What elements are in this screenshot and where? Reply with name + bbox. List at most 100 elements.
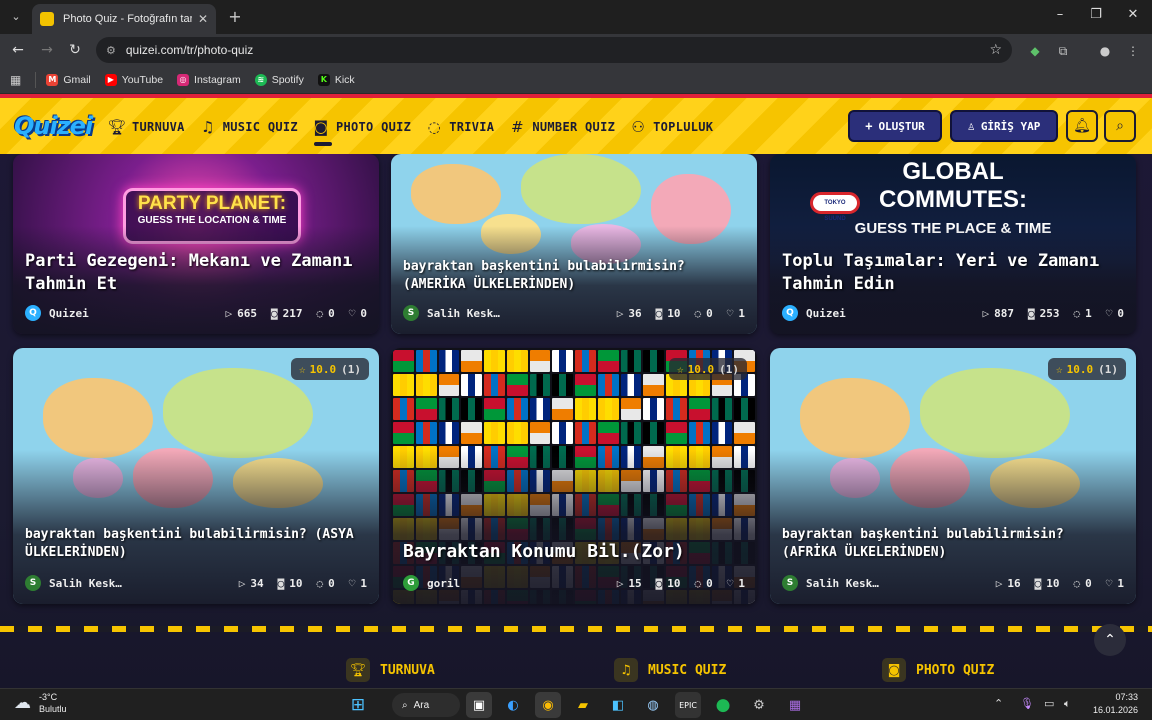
browser-menu-icon[interactable]: ⋮: [1124, 42, 1142, 60]
photos-stat: ◙ 10: [278, 577, 303, 590]
photos-count: 217: [282, 306, 303, 320]
spotify-icon[interactable]: ●: [710, 692, 736, 718]
nav-label: TRIVIA: [449, 120, 495, 134]
system-clock[interactable]: 07:33 16.01.2026: [1086, 691, 1138, 717]
bookmark-gmail[interactable]: M Gmail: [46, 73, 91, 86]
card-author[interactable]: Quizei: [49, 307, 212, 320]
likes-stat[interactable]: ♡ 0: [349, 307, 367, 320]
card-title: Bayraktan Konumu Bil.(Zor): [403, 541, 685, 562]
notifications-bell-icon[interactable]: 🔔︎: [1066, 110, 1098, 142]
bookmarks-bar: ▦ M Gmail ▶ YouTube ◎ Instagram ≋ Spotif…: [0, 66, 1152, 94]
photos-count: 10: [667, 306, 681, 320]
nav-label: PHOTO QUIZ: [335, 120, 412, 134]
taskbar-search[interactable]: ⌕ Ara: [392, 693, 460, 717]
quiz-card[interactable]: PARTY PLANET: GUESS THE LOCATION & TIME …: [13, 154, 379, 334]
nav-photo-quiz[interactable]: ◙ PHOTO QUIZ: [312, 114, 412, 146]
url-text: quizei.com/tr/photo-quiz: [125, 43, 254, 57]
quiz-card[interactable]: ☆ 10.0 (1) bayraktan başkentini bulabili…: [13, 348, 379, 604]
kick-icon: K: [317, 73, 330, 86]
settings-icon[interactable]: ⚙: [746, 692, 772, 718]
likes-stat[interactable]: ♡ 1: [727, 577, 745, 590]
task-view-icon[interactable]: ▣: [466, 692, 492, 718]
plays-count: 36: [628, 306, 642, 320]
extension-shield-icon[interactable]: ◆: [1026, 42, 1044, 60]
quiz-card[interactable]: GLOBAL COMMUTES: GUESS THE PLACE & TIME …: [770, 154, 1136, 334]
photos-stat: ◙ 10: [656, 307, 681, 320]
card-meta: S Salih Kesk… ▷ 16 ◙ 10 ◌ 0 ♡ 1: [782, 574, 1124, 592]
card-author[interactable]: Quizei: [806, 307, 969, 320]
edge-icon[interactable]: ◐: [500, 692, 526, 718]
photos-stat: ◙ 217: [271, 307, 303, 320]
site-info-icon[interactable]: ⚙: [106, 44, 116, 57]
card-author[interactable]: Salih Kesk…: [49, 577, 225, 590]
quiz-card[interactable]: ☆ 10.0 (1) bayraktan başkentini bulabili…: [770, 348, 1136, 604]
plays-count: 15: [628, 576, 642, 590]
microphone-icon[interactable]: 🎙︎: [1020, 697, 1034, 710]
comment-icon: ◌: [316, 576, 324, 590]
apps-grid-icon[interactable]: ▦: [10, 73, 21, 87]
chrome-icon[interactable]: ◉: [535, 692, 561, 718]
card-author[interactable]: Salih Kesk…: [806, 577, 982, 590]
restore-icon[interactable]: ❐: [1086, 7, 1106, 22]
bookmark-instagram[interactable]: ◎ Instagram: [177, 73, 241, 86]
footer-nav-turnuva[interactable]: 🏆︎ TURNUVA: [346, 658, 435, 682]
weather-widget[interactable]: ☁ -3°C Bulutlu: [14, 691, 67, 715]
nav-label: TURNUVA: [132, 120, 185, 134]
epic-games-icon[interactable]: EPIC: [675, 692, 701, 718]
windows-start-icon[interactable]: ⊞: [345, 692, 371, 718]
browser-tab[interactable]: Photo Quiz - Fotoğrafın tarihini ✕: [32, 4, 216, 34]
likes-count: 0: [360, 306, 367, 320]
music-note-icon: ♫: [200, 118, 215, 136]
likes-stat[interactable]: ♡ 1: [727, 307, 745, 320]
card-meta: Q Quizei ▷ 665 ◙ 217 ◌ 0 ♡ 0: [25, 304, 367, 322]
quizei-logo[interactable]: Quizei: [14, 112, 93, 140]
close-window-icon[interactable]: ✕: [1123, 7, 1143, 22]
steam-icon[interactable]: ◍: [640, 692, 666, 718]
login-button[interactable]: ♙ GİRİŞ YAP: [950, 110, 1058, 142]
minimize-icon[interactable]: –: [1050, 7, 1070, 22]
extensions-puzzle-icon[interactable]: ⧉: [1054, 42, 1072, 60]
footer-nav-photo-quiz[interactable]: ◙ PHOTO QUIZ: [882, 658, 994, 682]
tray-overflow-icon[interactable]: ⌃: [994, 697, 1003, 710]
scroll-to-top-button[interactable]: ⌃: [1094, 624, 1126, 656]
page-content: Quizei 🏆︎ TURNUVA ♫ MUSIC QUIZ ◙ PHOTO Q…: [0, 94, 1152, 688]
bookmark-label: Instagram: [194, 73, 241, 86]
quiz-card[interactable]: bayraktan başkentini bulabilirmisin? (AM…: [391, 154, 757, 334]
file-explorer-icon[interactable]: ▰: [570, 692, 596, 718]
back-icon[interactable]: ←: [7, 40, 29, 60]
tab-search-icon[interactable]: ⌄: [6, 6, 26, 26]
new-tab-icon[interactable]: +: [226, 7, 244, 26]
card-author[interactable]: goril: [427, 577, 603, 590]
nav-trivia[interactable]: ◌ TRIVIA: [425, 114, 494, 140]
comment-icon: ◌: [1073, 306, 1081, 320]
bookmark-spotify[interactable]: ≋ Spotify: [254, 73, 304, 86]
bookmark-star-icon[interactable]: ☆: [989, 42, 1002, 58]
tab-close-icon[interactable]: ✕: [198, 12, 208, 26]
profile-avatar-icon[interactable]: ●: [1096, 42, 1114, 60]
nav-music-quiz[interactable]: ♫ MUSIC QUIZ: [199, 114, 298, 140]
address-bar[interactable]: ⚙ quizei.com/tr/photo-quiz ☆: [96, 37, 1012, 63]
create-button[interactable]: + OLUŞTUR: [848, 110, 942, 142]
likes-stat[interactable]: ♡ 1: [1106, 577, 1124, 590]
plays-count: 34: [250, 576, 264, 590]
comments-stat: ◌ 1: [1074, 307, 1092, 320]
likes-stat[interactable]: ♡ 1: [349, 577, 367, 590]
nav-turnuva[interactable]: 🏆︎ TURNUVA: [107, 114, 185, 140]
camera-icon: ◙: [882, 658, 906, 682]
bookmark-kick[interactable]: K Kick: [317, 73, 355, 86]
card-author[interactable]: Salih Kesk…: [427, 307, 603, 320]
comment-icon: ◌: [1073, 576, 1081, 590]
store-icon[interactable]: ◧: [605, 692, 631, 718]
quiz-card[interactable]: ☆ 10.0 (1) Bayraktan Konumu Bil.(Zor) G …: [391, 348, 757, 604]
nav-topluluk[interactable]: ⚇ TOPLULUK: [629, 114, 713, 140]
reload-icon[interactable]: ↻: [64, 40, 86, 60]
network-icon[interactable]: ▭: [1044, 697, 1054, 710]
search-icon[interactable]: ⌕: [1104, 110, 1136, 142]
likes-stat[interactable]: ♡ 0: [1106, 307, 1124, 320]
media-app-icon[interactable]: ▦: [782, 692, 808, 718]
forward-icon[interactable]: →: [36, 40, 58, 60]
bookmark-youtube[interactable]: ▶ YouTube: [104, 73, 163, 86]
footer-nav-music-quiz[interactable]: ♫ MUSIC QUIZ: [614, 658, 726, 682]
nav-number-quiz[interactable]: # NUMBER QUIZ: [508, 114, 615, 140]
volume-icon[interactable]: 🔈︎: [1064, 697, 1071, 711]
